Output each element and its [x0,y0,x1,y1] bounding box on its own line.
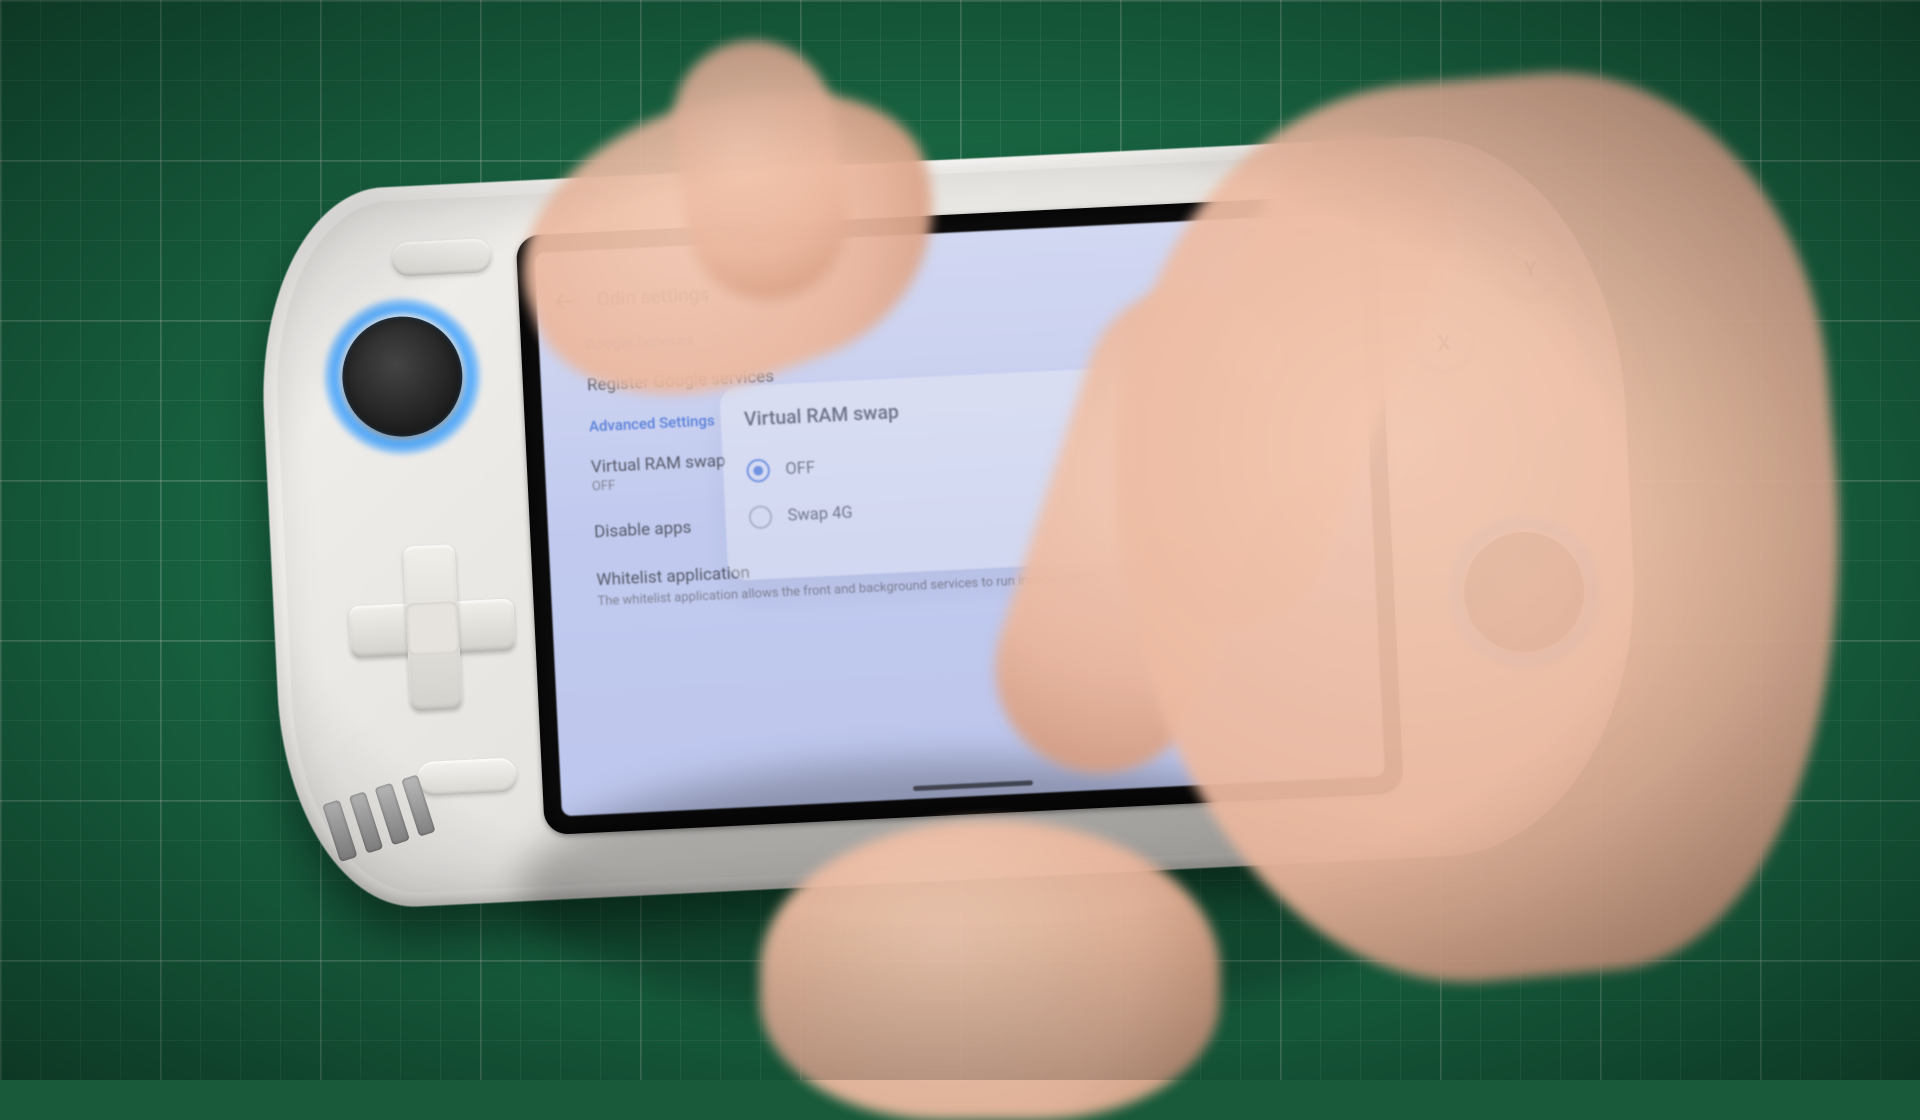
radio-unselected-icon [748,505,772,529]
dialog-close-button[interactable]: CLOSE [1172,528,1216,546]
radio-selected-icon [746,458,770,482]
option-label: Swap 4G [787,503,853,526]
screen[interactable]: 97% Odin settings Google Services Regist… [534,213,1385,817]
option-label: OFF [785,458,815,479]
select-button[interactable] [391,238,493,277]
start-button[interactable] [416,757,518,796]
virtual-ram-swap-dialog: Virtual RAM swap OFF Swap 4G CLOSE [719,362,1240,581]
screen-bezel: 97% Odin settings Google Services Regist… [516,194,1404,835]
right-analog-stick[interactable] [1461,529,1587,655]
dialog-title: Virtual RAM swap [743,385,1209,431]
handheld-device: Y X 97% [253,127,1647,913]
dpad[interactable] [346,541,519,714]
left-analog-stick[interactable] [339,314,465,440]
